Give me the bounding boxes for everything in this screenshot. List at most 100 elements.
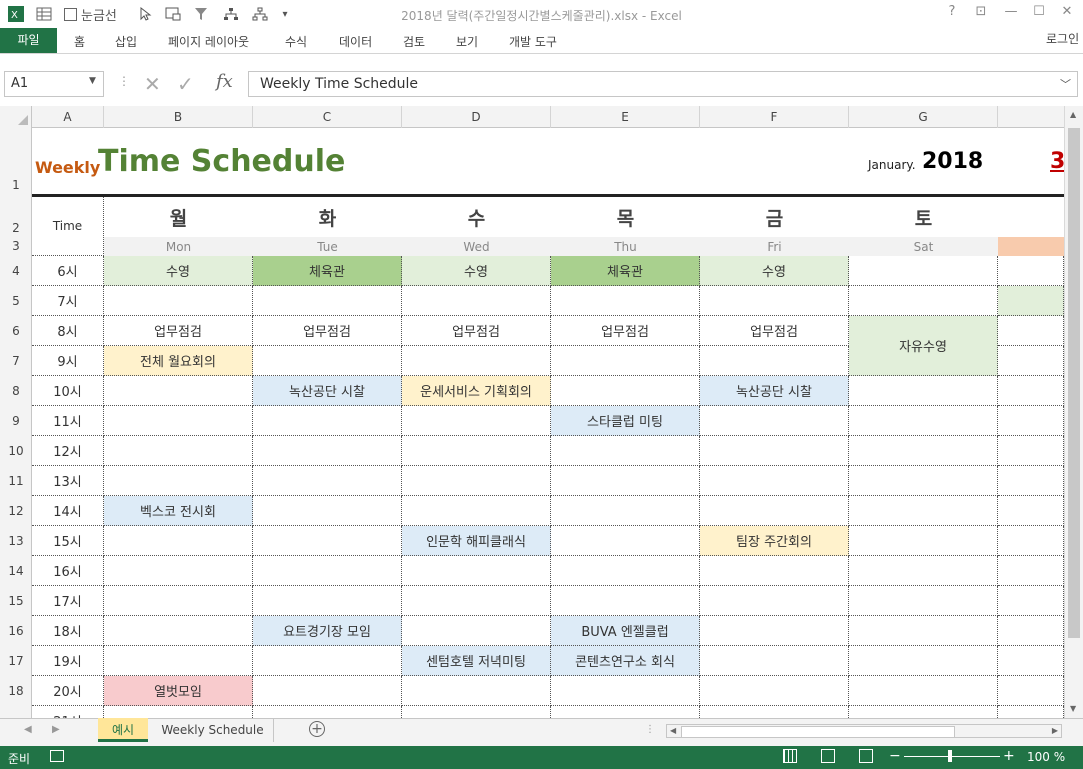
schedule-cell[interactable] xyxy=(551,286,700,316)
day-en-mon[interactable]: Mon xyxy=(104,237,253,256)
schedule-cell[interactable] xyxy=(104,376,253,406)
select-all-button[interactable] xyxy=(0,106,32,128)
schedule-cell[interactable] xyxy=(253,496,402,526)
horizontal-scrollbar[interactable]: ◀ ▶ xyxy=(666,724,1062,738)
time-cell[interactable]: 6시 xyxy=(32,256,104,286)
day-en-thu[interactable]: Thu xyxy=(551,237,700,256)
scroll-down-icon[interactable]: ▼ xyxy=(1070,704,1076,713)
schedule-cell[interactable] xyxy=(700,436,849,466)
title-weekly[interactable]: Weekly xyxy=(35,158,100,177)
schedule-cell[interactable] xyxy=(551,586,700,616)
day-header-sat[interactable]: 토 xyxy=(849,197,998,237)
schedule-cell[interactable] xyxy=(253,466,402,496)
chevron-down-icon[interactable]: ▼ xyxy=(89,76,96,86)
time-cell[interactable]: 20시 xyxy=(32,676,104,706)
event-cell[interactable]: 수영 xyxy=(700,256,849,286)
row-header[interactable]: 10 xyxy=(0,444,32,458)
row-header[interactable]: 1 xyxy=(0,178,32,192)
schedule-cell[interactable] xyxy=(849,436,998,466)
time-cell[interactable]: 18시 xyxy=(32,616,104,646)
event-cell[interactable]: 업무점검 xyxy=(551,316,700,346)
scroll-right-icon[interactable]: ▶ xyxy=(1049,725,1061,736)
event-cell[interactable]: 녹산공단 시찰 xyxy=(253,376,402,406)
schedule-cell[interactable] xyxy=(700,646,849,676)
add-sheet-icon[interactable]: + xyxy=(309,721,325,737)
schedule-cell[interactable] xyxy=(402,586,551,616)
maximize-button[interactable]: ☐ xyxy=(1028,4,1050,22)
schedule-cell[interactable] xyxy=(402,496,551,526)
schedule-cell[interactable] xyxy=(253,676,402,706)
schedule-cell[interactable] xyxy=(104,466,253,496)
column-header-b[interactable]: B xyxy=(104,106,253,128)
schedule-cell[interactable] xyxy=(104,586,253,616)
row-header[interactable]: 8 xyxy=(0,384,32,398)
day-en-fri[interactable]: Fri xyxy=(700,237,849,256)
close-button[interactable]: ✕ xyxy=(1056,4,1078,22)
day-en-tue[interactable]: Tue xyxy=(253,237,402,256)
time-cell[interactable]: 9시 xyxy=(32,346,104,376)
event-cell[interactable]: 스타클럽 미팅 xyxy=(551,406,700,436)
schedule-cell[interactable] xyxy=(849,256,998,286)
time-cell[interactable]: 17시 xyxy=(32,586,104,616)
time-cell[interactable]: 12시 xyxy=(32,436,104,466)
tab-insert[interactable]: 삽입 xyxy=(115,33,137,50)
tab-page-layout[interactable]: 페이지 레이아웃 xyxy=(168,33,249,50)
schedule-cell[interactable] xyxy=(700,346,849,376)
schedule-cell[interactable] xyxy=(998,436,1064,466)
event-cell[interactable]: 센텀호텔 저녁미팅 xyxy=(402,646,551,676)
schedule-cell[interactable] xyxy=(700,586,849,616)
schedule-cell[interactable] xyxy=(253,346,402,376)
schedule-cell[interactable] xyxy=(849,376,998,406)
help-button[interactable]: ? xyxy=(941,4,963,22)
schedule-cell[interactable] xyxy=(849,496,998,526)
schedule-cell[interactable] xyxy=(104,556,253,586)
time-cell[interactable]: 13시 xyxy=(32,466,104,496)
schedule-cell[interactable] xyxy=(849,586,998,616)
schedule-cell[interactable] xyxy=(700,496,849,526)
expand-formula-icon[interactable]: ﹀ xyxy=(1060,76,1071,92)
schedule-cell[interactable] xyxy=(551,676,700,706)
schedule-cell[interactable] xyxy=(998,346,1064,376)
schedule-cell[interactable] xyxy=(402,286,551,316)
time-cell[interactable]: 14시 xyxy=(32,496,104,526)
zoom-slider-thumb[interactable] xyxy=(948,750,952,762)
column-header-e[interactable]: E xyxy=(551,106,700,128)
event-cell[interactable]: 체육관 xyxy=(253,256,402,286)
schedule-cell[interactable] xyxy=(551,376,700,406)
more-options-icon[interactable]: ⋮ xyxy=(118,74,130,88)
row-header[interactable]: 3 xyxy=(0,239,32,253)
tab-file[interactable]: 파일 xyxy=(0,28,57,53)
schedule-cell[interactable] xyxy=(253,586,402,616)
schedule-cell[interactable] xyxy=(402,676,551,706)
schedule-cell[interactable] xyxy=(998,466,1064,496)
row-header[interactable]: 17 xyxy=(0,654,32,668)
tab-home[interactable]: 홈 xyxy=(74,33,85,50)
insert-function-icon[interactable]: fx xyxy=(216,71,233,92)
schedule-cell[interactable] xyxy=(849,526,998,556)
time-header[interactable]: Time xyxy=(32,197,104,256)
schedule-cell[interactable] xyxy=(104,406,253,436)
schedule-cell[interactable] xyxy=(700,556,849,586)
schedule-cell[interactable] xyxy=(849,676,998,706)
zoom-level[interactable]: 100 % xyxy=(1027,750,1065,764)
event-cell[interactable]: 팀장 주간회의 xyxy=(700,526,849,556)
event-cell[interactable]: 콘텐츠연구소 회식 xyxy=(551,646,700,676)
schedule-cell[interactable] xyxy=(849,286,998,316)
schedule-cell[interactable] xyxy=(104,436,253,466)
schedule-cell[interactable] xyxy=(998,586,1064,616)
minimize-button[interactable]: — xyxy=(1000,4,1022,22)
schedule-cell[interactable] xyxy=(849,556,998,586)
day-en-wed[interactable]: Wed xyxy=(402,237,551,256)
schedule-cell[interactable] xyxy=(700,706,849,718)
schedule-cell[interactable] xyxy=(104,706,253,718)
next-sheet-icon[interactable]: ▶ xyxy=(52,724,60,735)
scroll-up-icon[interactable]: ▲ xyxy=(1070,110,1076,119)
schedule-cell[interactable] xyxy=(104,286,253,316)
day-header-mon[interactable]: 월 xyxy=(104,197,253,237)
month-label[interactable]: January. xyxy=(868,158,916,172)
schedule-cell[interactable] xyxy=(253,406,402,436)
event-cell[interactable]: 운세서비스 기획회의 xyxy=(402,376,551,406)
schedule-cell[interactable] xyxy=(998,616,1064,646)
column-header-f[interactable]: F xyxy=(700,106,849,128)
event-cell[interactable]: 업무점검 xyxy=(253,316,402,346)
